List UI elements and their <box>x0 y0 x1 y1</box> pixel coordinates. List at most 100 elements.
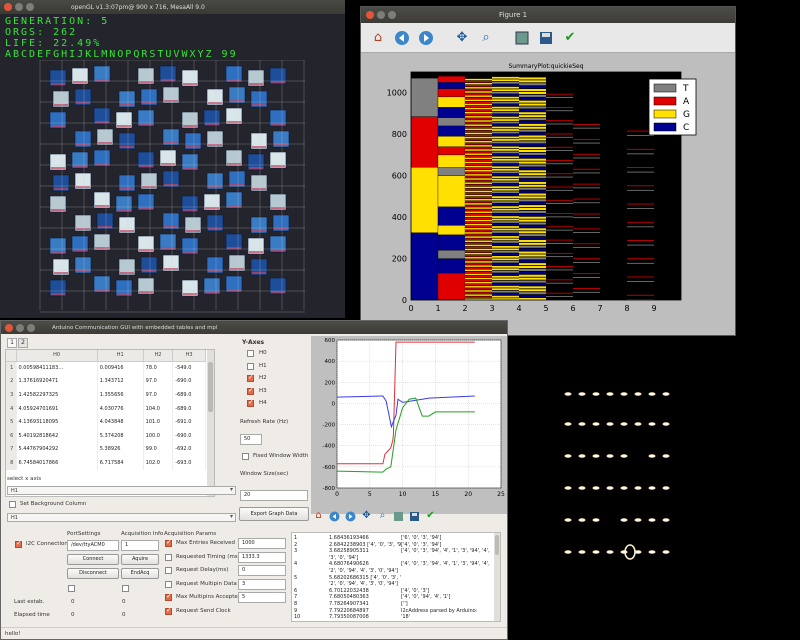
configure-icon[interactable] <box>393 511 404 522</box>
home-icon[interactable]: ⌂ <box>313 511 324 522</box>
table-cell[interactable]: 1.343712 <box>97 374 144 389</box>
close-icon[interactable] <box>366 11 374 19</box>
port-field[interactable]: /dev/ttyACM0 <box>67 540 119 551</box>
table-cell[interactable]: 4.05924701691 <box>16 401 98 416</box>
fixed-window-checkbox[interactable] <box>242 453 249 460</box>
figure-titlebar[interactable]: Figure 1 <box>361 7 735 23</box>
table-row[interactable]: 2 1.37616920471 1.343712 97.0 -690.0 <box>6 374 206 389</box>
background-column-select[interactable]: H1 <box>7 513 236 522</box>
home-icon[interactable]: ⌂ <box>369 29 387 47</box>
param-checkbox[interactable] <box>165 580 172 588</box>
pan-icon[interactable]: ✥ <box>361 511 372 522</box>
window-size-field[interactable]: 20 <box>240 490 308 501</box>
table-cell[interactable]: 6.717584 <box>97 456 144 470</box>
endacq-button[interactable]: EndAcq <box>121 568 159 579</box>
zoom-icon[interactable]: ⌕ <box>477 29 495 47</box>
table-cell[interactable]: 5.38926 <box>97 442 144 457</box>
param-checkbox[interactable] <box>165 592 172 601</box>
param-checkbox[interactable] <box>165 567 172 574</box>
x-axis-select[interactable]: H1 <box>7 486 236 495</box>
table-cell[interactable]: 78.0 <box>143 361 174 375</box>
zoom-icon[interactable]: ⌕ <box>377 511 388 522</box>
y-axis-checkbox-h2[interactable] <box>247 373 254 382</box>
port-extra-checkbox[interactable] <box>68 585 75 592</box>
table-cell[interactable]: -689.0 <box>172 401 206 416</box>
column-header[interactable]: H3 <box>172 350 206 362</box>
back-icon[interactable] <box>329 511 340 522</box>
table-cell[interactable]: 6.74584017866 <box>16 456 98 470</box>
figure-window[interactable]: Figure 1 ⌂ ✥ ⌕ ✔ SummaryPlot:quickieSeq 0… <box>360 6 736 336</box>
table-row[interactable]: 7 5.44767904292 5.38926 99.0 -692.0 <box>6 442 206 457</box>
table-cell[interactable]: 104.0 <box>143 401 174 416</box>
param-field[interactable]: 1333.3 <box>238 551 286 563</box>
table-cell[interactable]: 5.40192818642 <box>16 428 98 443</box>
acquisition-info-field[interactable]: 1 <box>121 540 159 551</box>
table-cell[interactable]: -690.0 <box>172 374 206 389</box>
scroll-thumb[interactable] <box>495 535 499 555</box>
column-header[interactable]: H2 <box>143 350 174 362</box>
table-cell[interactable]: 4.030776 <box>97 401 144 416</box>
back-icon[interactable] <box>393 29 411 47</box>
cube-visualization[interactable] <box>30 60 320 320</box>
table-cell[interactable]: 0.009416 <box>97 361 144 375</box>
arduino-titlebar[interactable]: Arduino Communication GUI with embedded … <box>1 321 507 334</box>
table-row[interactable]: 8 6.74584017866 6.717584 102.0 -693.0 <box>6 456 206 470</box>
param-field[interactable]: 5 <box>238 592 286 603</box>
check-icon[interactable]: ✔ <box>425 511 436 522</box>
table-cell[interactable]: 101.0 <box>143 415 174 429</box>
forward-icon[interactable] <box>417 29 435 47</box>
table-cell[interactable]: -692.0 <box>172 442 206 457</box>
y-axis-checkbox-h1[interactable] <box>247 362 254 370</box>
scroll-thumb[interactable] <box>208 362 213 412</box>
table-row[interactable]: 5 4.13693118095 4.043848 101.0 -691.0 <box>6 415 206 429</box>
minimize-icon[interactable] <box>16 323 24 332</box>
table-cell[interactable]: 5.44767904292 <box>16 442 98 457</box>
console-scrollbar[interactable] <box>494 533 500 621</box>
save-icon[interactable] <box>537 29 555 47</box>
check-icon[interactable]: ✔ <box>561 29 579 47</box>
arduino-window[interactable]: Arduino Communication GUI with embedded … <box>0 320 508 640</box>
table-cell[interactable]: 5.374208 <box>97 428 144 443</box>
summary-plot[interactable]: SummaryPlot:quickieSeq 0 200 400 600 800 1000 0… <box>361 54 737 337</box>
table-row[interactable]: 3 1.42582297325 1.355656 97.0 -689.0 <box>6 388 206 402</box>
param-checkbox[interactable] <box>165 538 172 547</box>
minimize-icon[interactable] <box>377 11 385 19</box>
table-row[interactable]: 4 4.05924701691 4.030776 104.0 -689.0 <box>6 401 206 416</box>
table-cell[interactable]: 4.13693118095 <box>16 415 98 429</box>
export-graph-button[interactable]: Export Graph Data <box>239 507 309 521</box>
connect-button[interactable]: Connect <box>67 554 119 565</box>
table-cell[interactable]: 97.0 <box>143 374 174 389</box>
table-cell[interactable]: -691.0 <box>172 415 206 429</box>
maximize-icon[interactable] <box>388 11 396 19</box>
tab-1[interactable]: 1 <box>7 338 17 348</box>
param-checkbox[interactable] <box>165 606 172 615</box>
forward-icon[interactable] <box>345 511 356 522</box>
minimize-icon[interactable] <box>15 3 23 11</box>
tab-2[interactable]: 2 <box>18 338 28 348</box>
param-field[interactable]: 3 <box>238 578 286 590</box>
param-checkbox[interactable] <box>165 553 172 561</box>
maximize-icon[interactable] <box>26 3 34 11</box>
pan-icon[interactable]: ✥ <box>453 29 471 47</box>
table-cell[interactable]: 1.37616920471 <box>16 374 98 389</box>
close-icon[interactable] <box>5 323 13 332</box>
table-row[interactable]: 6 5.40192818642 5.374208 100.0 -690.0 <box>6 428 206 443</box>
configure-icon[interactable] <box>513 29 531 47</box>
data-table[interactable]: H0 H1 H2 H3 1 0.00598411183... 0.009416 78.… <box>5 349 215 497</box>
maximize-icon[interactable] <box>27 323 35 332</box>
column-header[interactable]: H1 <box>97 350 144 362</box>
column-header[interactable]: H0 <box>16 350 98 362</box>
set-background-checkbox[interactable] <box>9 501 16 508</box>
opengl-window[interactable]: openGL v1.3:07pm@ 900 x 716, MesaAll 9.0… <box>0 0 345 318</box>
live-line-plot[interactable]: 0 5 10 15 20 25 -800 -600 -400 -200 0 200 400 600 <box>311 336 507 514</box>
param-field[interactable]: 0 <box>238 565 286 576</box>
param-field[interactable]: 1000 <box>238 538 286 549</box>
table-cell[interactable]: -693.0 <box>172 456 206 470</box>
table-cell[interactable]: 4.043848 <box>97 415 144 429</box>
table-cell[interactable]: 0.00598411183... <box>16 361 98 375</box>
i2c-connection-checkbox[interactable] <box>15 539 22 548</box>
close-icon[interactable] <box>4 3 12 11</box>
console-output[interactable]: 1 1.68436193466 ['6', '0', '3', '94'] 2 2.68… <box>291 532 501 622</box>
aquire-button[interactable]: Aquire <box>121 554 159 565</box>
save-icon[interactable] <box>409 511 420 522</box>
